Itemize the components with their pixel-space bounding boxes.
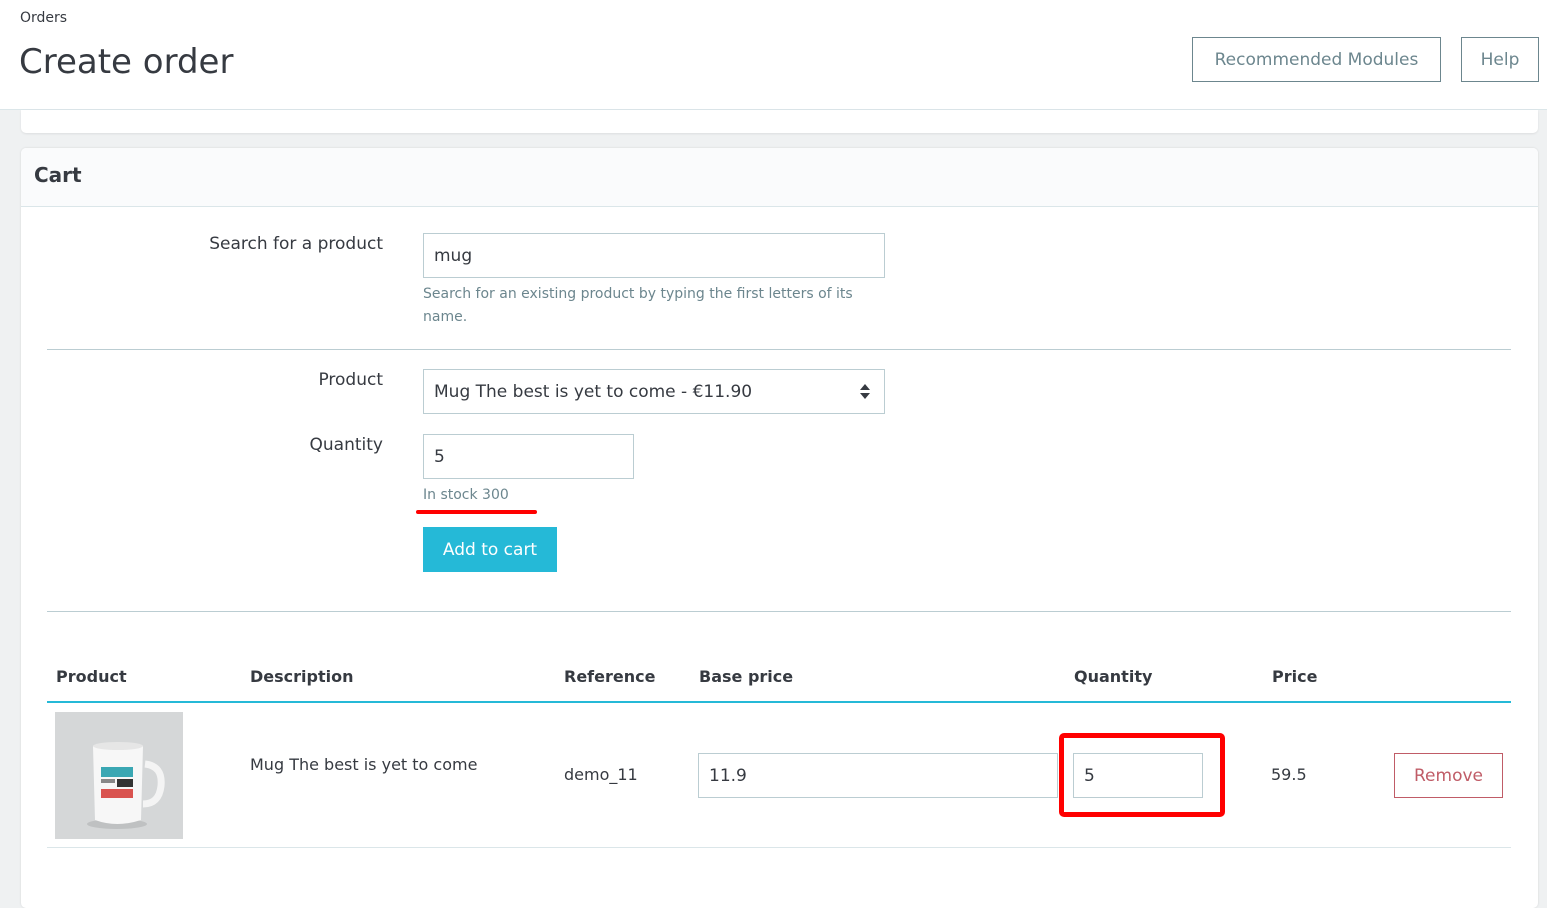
cart-title: Cart bbox=[34, 163, 82, 187]
quantity-input[interactable]: 5 bbox=[423, 434, 634, 479]
column-header-price: Price bbox=[1272, 667, 1318, 686]
annotation-box bbox=[1059, 733, 1225, 817]
sort-arrows-icon bbox=[860, 384, 870, 400]
divider bbox=[47, 611, 1511, 612]
annotation-underline bbox=[416, 510, 537, 514]
column-header-reference: Reference bbox=[564, 667, 656, 686]
recommended-modules-button[interactable]: Recommended Modules bbox=[1192, 37, 1441, 82]
search-help-text: Search for an existing product by typing… bbox=[423, 286, 853, 325]
product-label: Product bbox=[318, 370, 383, 390]
previous-card bbox=[21, 110, 1538, 133]
help-button[interactable]: Help bbox=[1461, 37, 1539, 82]
mug-icon bbox=[55, 712, 183, 839]
breadcrumb[interactable]: Orders bbox=[20, 10, 67, 26]
remove-button[interactable]: Remove bbox=[1394, 753, 1503, 798]
cart-card-header: Cart bbox=[21, 148, 1538, 207]
column-header-quantity: Quantity bbox=[1074, 667, 1153, 686]
search-label: Search for a product bbox=[209, 234, 383, 254]
search-input[interactable]: mug bbox=[423, 233, 885, 278]
row-reference: demo_11 bbox=[564, 765, 638, 784]
add-to-cart-button[interactable]: Add to cart bbox=[423, 527, 557, 572]
stock-text: In stock 300 bbox=[423, 487, 509, 503]
product-thumbnail bbox=[55, 712, 183, 839]
row-price: 59.5 bbox=[1271, 765, 1307, 784]
base-price-input[interactable]: 11.9 bbox=[698, 753, 1058, 798]
quantity-label: Quantity bbox=[309, 435, 383, 455]
cart-card: Cart Search for a product mug Search for… bbox=[21, 148, 1538, 908]
row-divider bbox=[47, 847, 1511, 848]
column-header-product: Product bbox=[56, 667, 127, 686]
page-header: Orders Create order Recommended Modules … bbox=[0, 0, 1547, 110]
row-description: Mug The best is yet to come bbox=[250, 755, 478, 774]
table-header-line bbox=[47, 701, 1511, 703]
divider bbox=[47, 349, 1511, 350]
page-title: Create order bbox=[19, 42, 234, 82]
column-header-description: Description bbox=[250, 667, 354, 686]
product-select[interactable]: Mug The best is yet to come - €11.90 bbox=[423, 369, 885, 414]
column-header-base-price: Base price bbox=[699, 667, 794, 686]
product-select-value: Mug The best is yet to come - €11.90 bbox=[434, 381, 753, 402]
